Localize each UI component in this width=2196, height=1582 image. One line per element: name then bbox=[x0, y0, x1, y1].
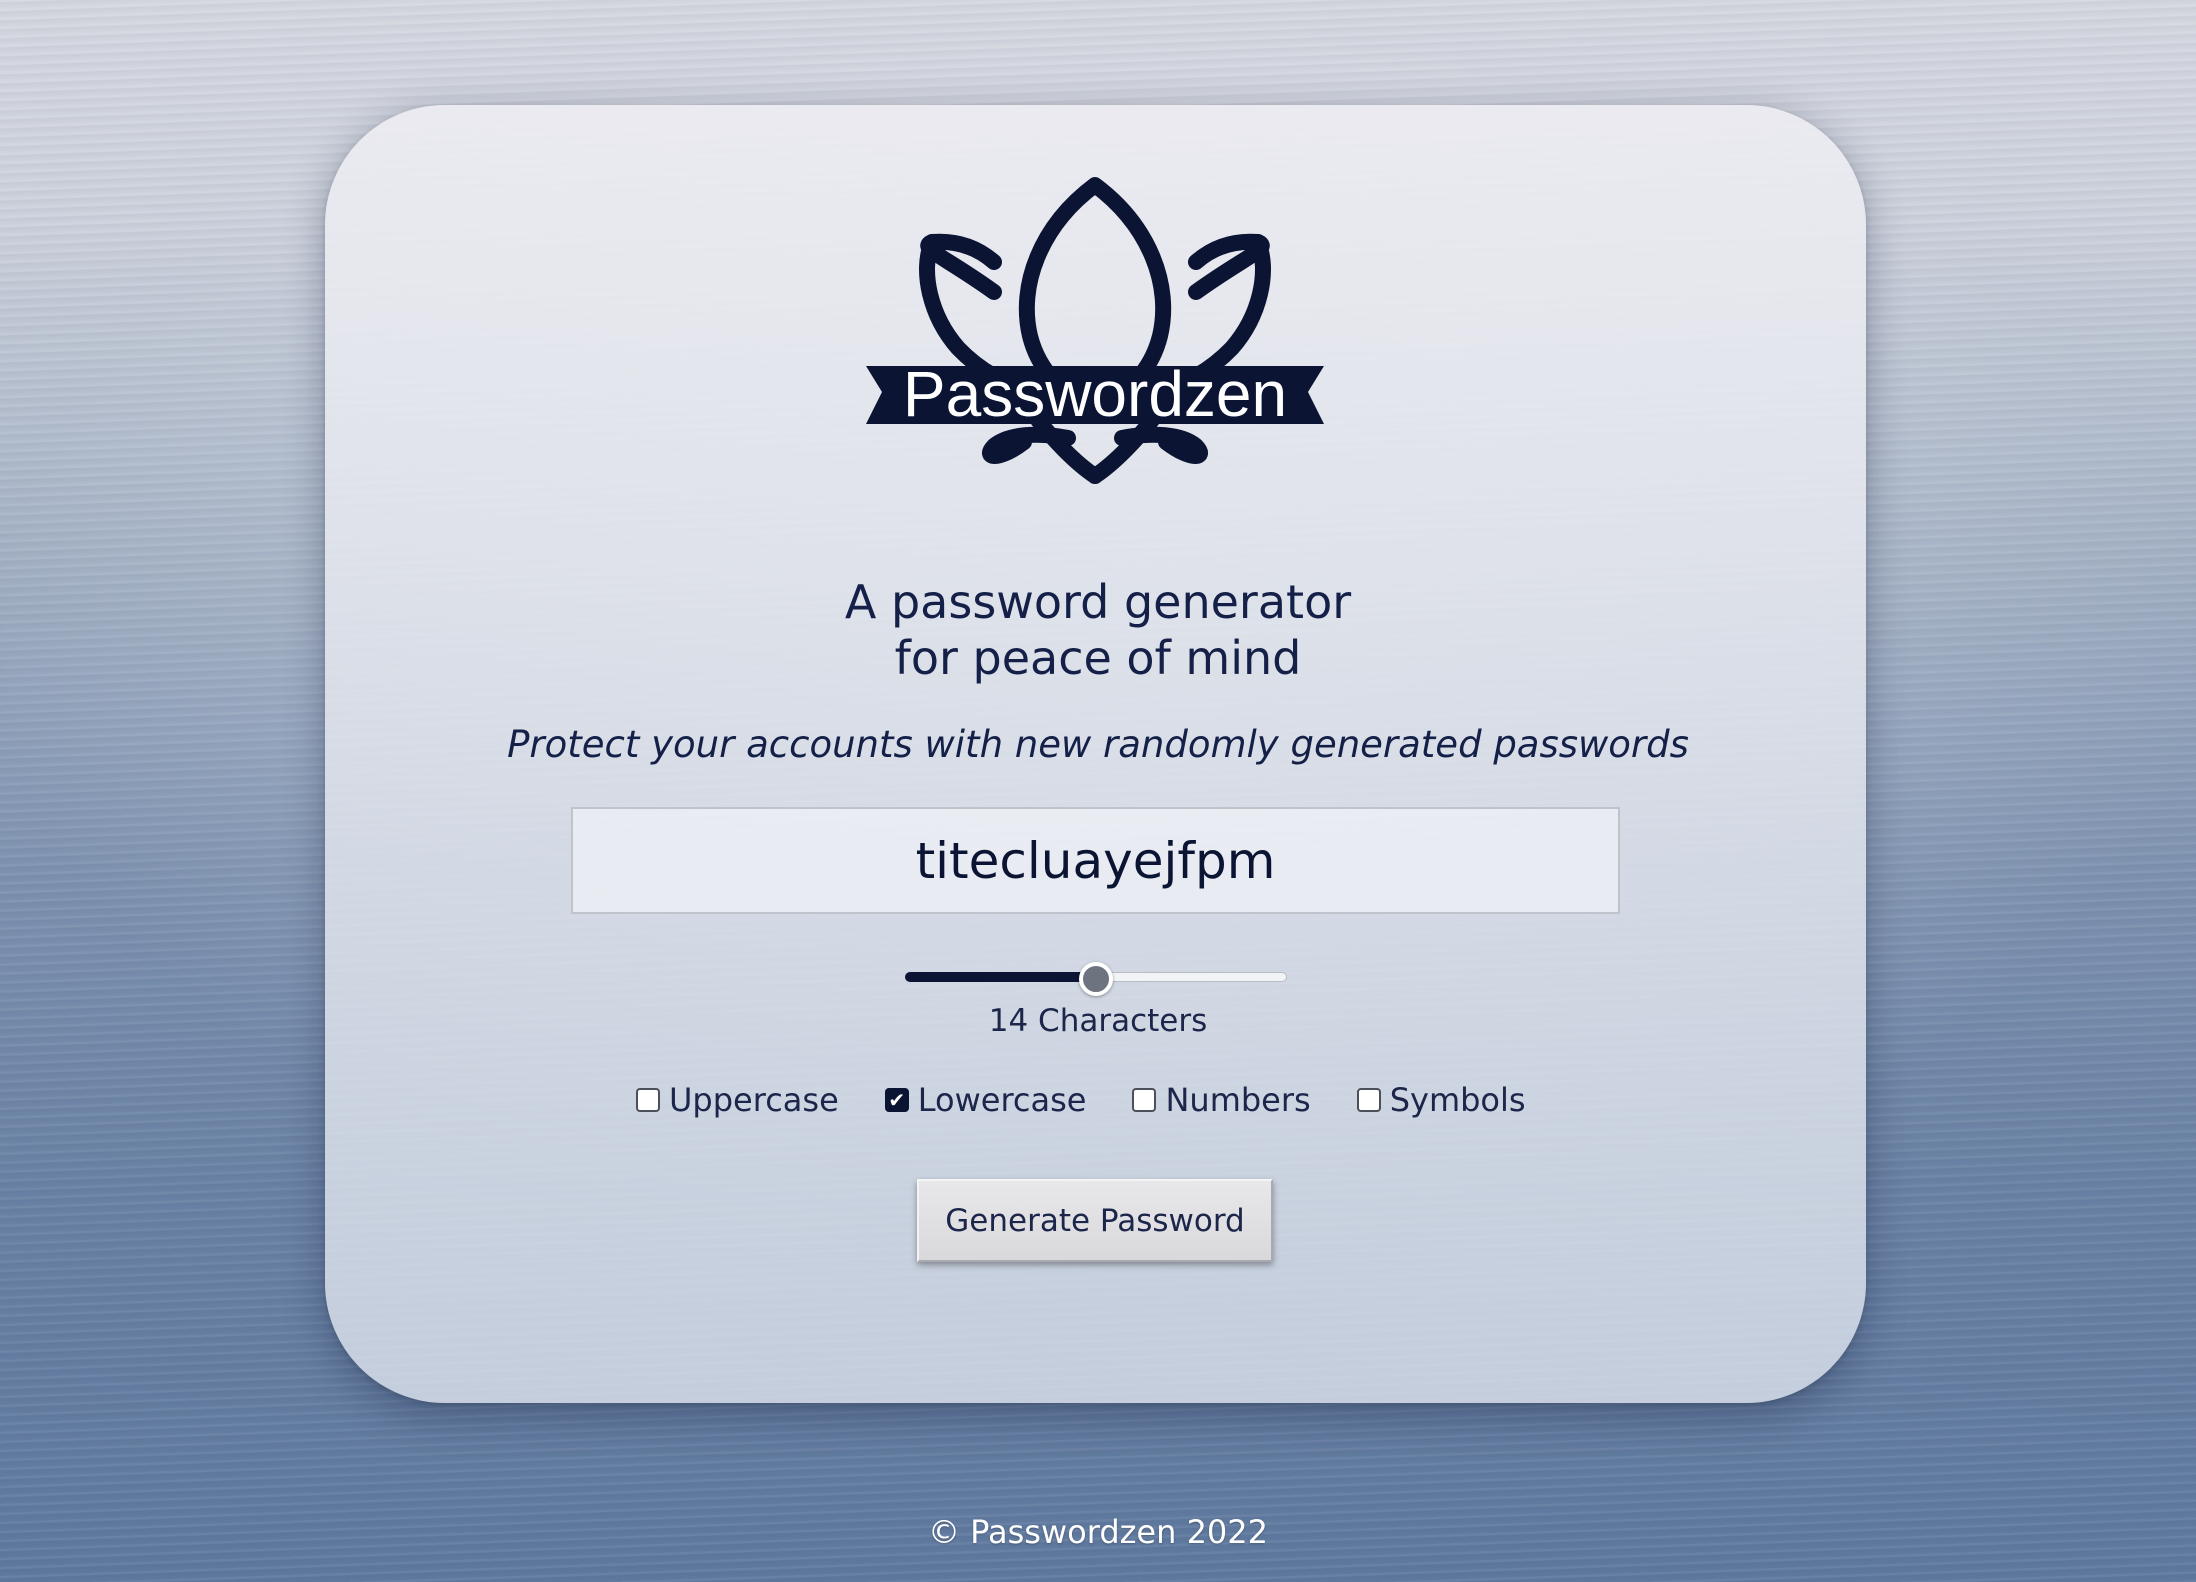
page-subtitle: Protect your accounts with new randomly … bbox=[507, 723, 1689, 766]
option-symbols[interactable]: Symbols bbox=[1356, 1081, 1526, 1119]
lotus-icon: Passwordzen bbox=[866, 177, 1324, 484]
numbers-checkbox[interactable] bbox=[1132, 1088, 1157, 1112]
headline-line-2: for peace of mind bbox=[894, 631, 1302, 685]
option-label: Symbols bbox=[1389, 1081, 1526, 1119]
footer-copyright: © Passwordzen 2022 bbox=[927, 1513, 1268, 1551]
option-numbers[interactable]: Numbers bbox=[1132, 1081, 1311, 1119]
option-uppercase[interactable]: Uppercase bbox=[636, 1081, 839, 1119]
lowercase-checkbox[interactable]: ✔ bbox=[884, 1088, 909, 1112]
option-label: Lowercase bbox=[917, 1081, 1087, 1119]
symbols-checkbox[interactable] bbox=[1356, 1088, 1381, 1112]
password-output-field[interactable]: titecluayejfpm bbox=[571, 807, 1620, 914]
password-value[interactable]: titecluayejfpm bbox=[916, 832, 1276, 890]
page-headline: A password generator for peace of mind bbox=[0, 574, 2196, 686]
option-label: Numbers bbox=[1165, 1081, 1311, 1119]
option-lowercase[interactable]: ✔ Lowercase bbox=[884, 1081, 1087, 1119]
length-slider[interactable] bbox=[905, 962, 1287, 996]
option-label: Uppercase bbox=[669, 1081, 839, 1119]
slider-thumb[interactable] bbox=[1079, 962, 1113, 996]
slider-fill bbox=[905, 972, 1096, 982]
check-icon: ✔ bbox=[888, 1088, 906, 1112]
headline-line-1: A password generator bbox=[844, 575, 1352, 629]
logo-text: Passwordzen bbox=[903, 358, 1287, 430]
uppercase-checkbox[interactable] bbox=[636, 1088, 660, 1112]
length-label: 14 Characters bbox=[988, 1003, 1208, 1039]
character-options: Uppercase ✔ Lowercase Numbers Symbols bbox=[636, 1076, 1526, 1124]
generate-password-button[interactable]: Generate Password bbox=[917, 1179, 1273, 1262]
